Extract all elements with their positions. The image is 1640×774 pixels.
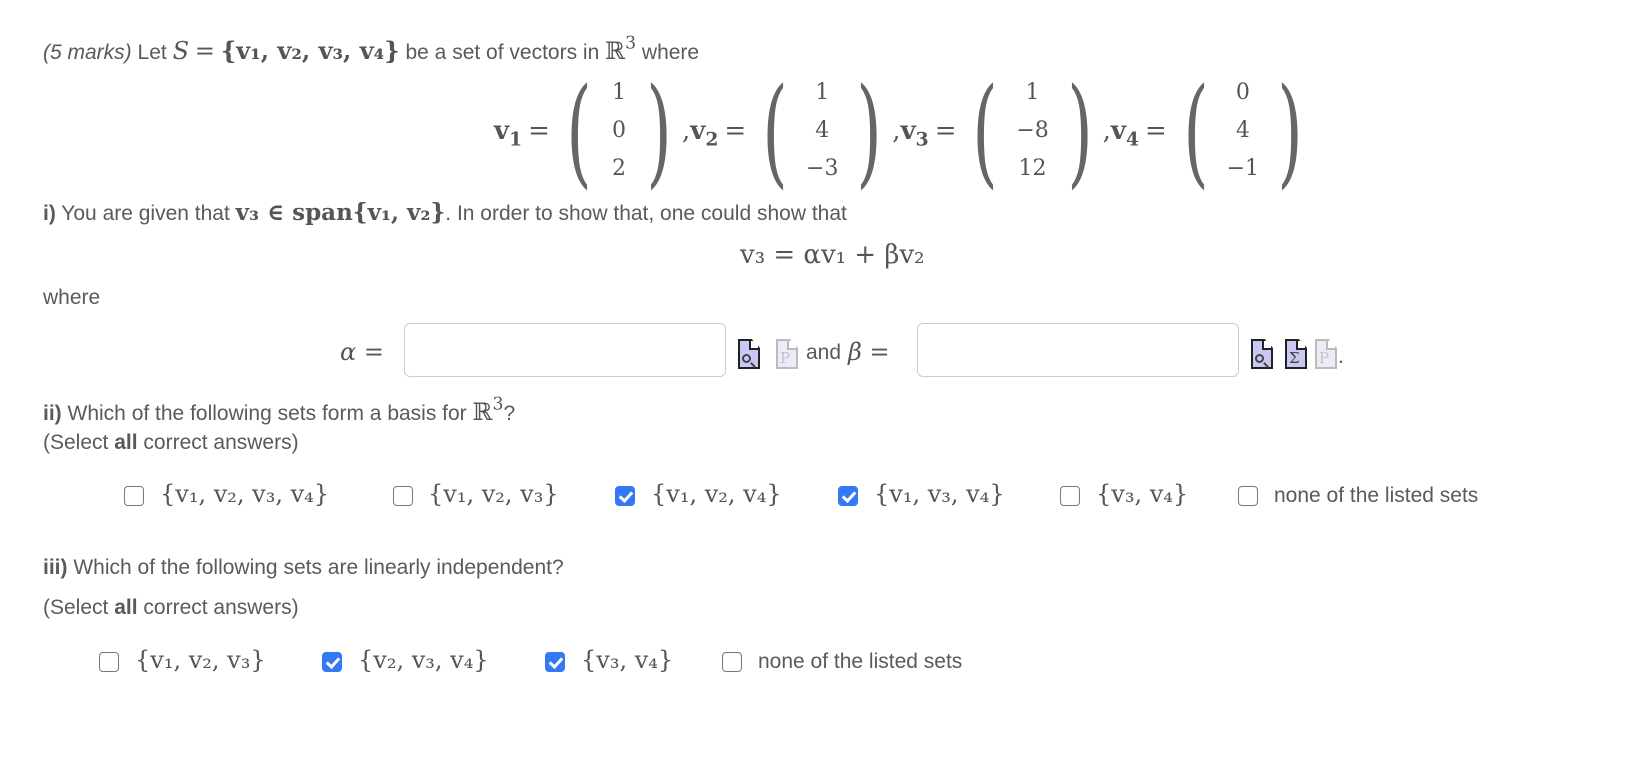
vector-v1: v1 = ( 102 ) — [494, 62, 672, 200]
intro-let: Let — [137, 41, 167, 64]
basis-option-1-label[interactable]: {v₁, v₂, v₃} — [428, 480, 559, 508]
linear-combination-equation: v₃ = αv₁ + βv₂ — [740, 240, 925, 270]
independent-option-0-label[interactable]: {v₁, v₂, v₃} — [135, 646, 266, 674]
alpha-plain-text-icon[interactable]: P — [776, 339, 798, 369]
part-ii-instruction: (Select all correct answers) — [43, 431, 299, 454]
beta-plain-text-icon[interactable]: P — [1315, 339, 1337, 369]
vector-v4: v4 = ( 0 4 −1 ) — [1110, 62, 1303, 200]
independent-option-2-label[interactable]: {v₃, v₄} — [581, 646, 673, 674]
part-i-statement: i) You are given that v₃ ∈ span{v₁, v₂}.… — [43, 199, 847, 226]
part-ii-space: ℝ3 — [472, 394, 504, 426]
beta-input[interactable] — [917, 323, 1239, 377]
basis-option-5-label[interactable]: none of the listed sets — [1274, 484, 1478, 508]
beta-preview-icon[interactable] — [1251, 339, 1273, 369]
marks-label: (5 marks) — [43, 41, 132, 64]
vector-v2: v2 = ( 1 4 −3 ) — [690, 62, 882, 200]
and-label: and — [806, 341, 842, 364]
part-iii-instruction: (Select all correct answers) — [43, 596, 299, 619]
basis-option-4-checkbox[interactable] — [1060, 486, 1080, 506]
alpha-preview-icon[interactable] — [738, 339, 760, 369]
independent-option-1-checkbox[interactable] — [322, 652, 342, 672]
trailing-dot: . — [1338, 345, 1344, 368]
vector-v4-components: 0 4 −1 — [1226, 80, 1260, 181]
vector-v2-components: 1 4 −3 — [806, 80, 839, 181]
beta-equation-editor-icon[interactable]: Σ — [1285, 339, 1307, 369]
basis-option-3-label[interactable]: {v₁, v₃, v₄} — [874, 480, 1005, 508]
alpha-label: α = — [340, 338, 384, 366]
independent-option-3-checkbox[interactable] — [722, 652, 742, 672]
where-label: where — [43, 286, 101, 309]
basis-option-2-checkbox[interactable] — [615, 486, 635, 506]
intro-rest: be a set of vectors in — [405, 41, 600, 64]
part-i-label: i) — [43, 202, 56, 225]
independent-option-1-label[interactable]: {v₂, v₃, v₄} — [358, 646, 489, 674]
vector-v3: v3 = ( 1 −8 12 ) — [900, 62, 1093, 200]
alpha-input[interactable] — [404, 323, 726, 377]
vector-v3-components: 1 −8 12 — [1016, 80, 1049, 181]
set-name: S — [172, 37, 190, 65]
part-ii-label: ii) — [43, 402, 62, 425]
independent-option-2-checkbox[interactable] — [545, 652, 565, 672]
beta-label: β = — [848, 338, 890, 366]
basis-option-4-label[interactable]: {v₃, v₄} — [1096, 480, 1188, 508]
basis-option-0-checkbox[interactable] — [124, 486, 144, 506]
vector-v1-components: 102 — [611, 80, 626, 181]
question-intro: (5 marks) Let S = {v₁, v₂, v₃, v₄} be a … — [43, 33, 700, 65]
basis-option-0-label[interactable]: {v₁, v₂, v₃, v₄} — [160, 480, 329, 508]
independent-option-0-checkbox[interactable] — [99, 652, 119, 672]
basis-option-2-label[interactable]: {v₁, v₂, v₄} — [651, 480, 782, 508]
intro-where: where — [641, 41, 700, 64]
basis-option-5-checkbox[interactable] — [1238, 486, 1258, 506]
vector-definitions: v1 = ( 102 ) , v2 = ( 1 4 −3 ) , v3 = ( 1 −8 12… — [494, 72, 1313, 190]
basis-option-3-checkbox[interactable] — [838, 486, 858, 506]
part-ii-question: ii) Which of the following sets form a b… — [43, 394, 516, 426]
part-iii-question: iii) Which of the following sets are lin… — [43, 556, 564, 579]
span-membership: v₃ ∈ span{v₁, v₂} — [235, 199, 446, 226]
space-symbol: ℝ3 — [605, 33, 637, 65]
basis-option-1-checkbox[interactable] — [393, 486, 413, 506]
set-equals: = — [194, 37, 215, 65]
set-contents: {v₁, v₂, v₃, v₄} — [220, 36, 400, 65]
part-iii-label: iii) — [43, 556, 68, 579]
independent-option-3-label[interactable]: none of the listed sets — [758, 650, 962, 674]
